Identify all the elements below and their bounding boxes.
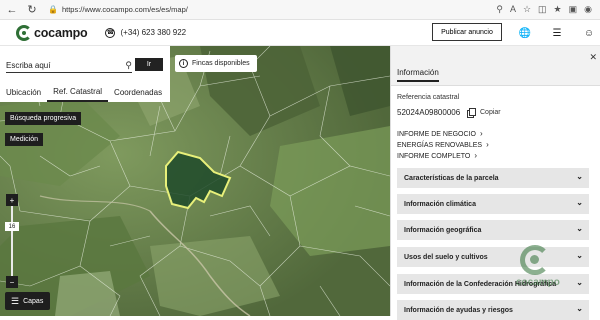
reload-icon[interactable]: ↻: [24, 2, 40, 18]
tab-ref-catastral[interactable]: Ref. Catastral: [47, 82, 109, 102]
read-aloud-icon[interactable]: A: [510, 4, 516, 15]
available-farms-toggle[interactable]: i Fincas disponibles: [175, 55, 257, 72]
globe-icon[interactable]: 🌐: [518, 26, 532, 40]
info-tab-bar: ✕ Información: [391, 46, 600, 86]
chevron-down-icon: ⌄: [576, 278, 583, 287]
lock-icon: 🔒: [48, 5, 58, 14]
phone-contact[interactable]: ☎ (+34) 623 380 922: [105, 27, 187, 38]
accordion-label: Características de la parcela: [404, 174, 499, 182]
accordion-label: Información climática: [404, 200, 476, 208]
back-icon[interactable]: ←: [4, 2, 20, 18]
favorites-list-icon[interactable]: ★: [554, 4, 562, 15]
copy-icon: [469, 108, 476, 116]
accordion-aid-and-risks[interactable]: Información de ayudas y riesgos ⌄: [397, 300, 589, 320]
accordion-land-use[interactable]: Usos del suelo y cultivos ⌄: [397, 247, 589, 267]
chevron-right-icon: ›: [474, 151, 478, 160]
search-icon[interactable]: ⚲: [125, 60, 132, 71]
available-farms-label: Fincas disponibles: [192, 60, 250, 67]
business-report-link[interactable]: INFORME DE NEGOCIO ›: [397, 129, 483, 138]
renewable-energy-label: ENERGÍAS RENOVABLES: [397, 142, 483, 149]
whatsapp-icon: ☎: [105, 27, 116, 38]
chevron-right-icon: ›: [486, 140, 489, 149]
accordion-label: Información de la Confederación Hidrográ…: [404, 280, 557, 288]
address-bar[interactable]: 🔒 https://www.cocampo.com/es/es/map/: [48, 3, 428, 17]
browser-tools: ⚲ A ☆ ◫ ★ ▣ ◉: [496, 4, 592, 15]
full-report-label: INFORME COMPLETO: [397, 153, 471, 160]
tab-ubicacion[interactable]: Ubicación: [0, 82, 47, 102]
zoom-out-button[interactable]: −: [6, 276, 18, 288]
full-report-link[interactable]: INFORME COMPLETO ›: [397, 151, 477, 160]
logo-icon: [16, 24, 32, 41]
accordion-climate-info[interactable]: Información climática ⌄: [397, 194, 589, 214]
tab-informacion[interactable]: Información: [397, 68, 439, 82]
search-box[interactable]: ⚲: [6, 58, 132, 73]
extensions-icon[interactable]: ◉: [584, 4, 592, 15]
chevron-right-icon: ›: [479, 129, 483, 138]
layers-button[interactable]: ☰ Capas: [5, 292, 50, 310]
browser-toolbar: ← ↻ 🔒 https://www.cocampo.com/es/es/map/…: [0, 0, 600, 20]
layers-icon: ☰: [11, 295, 20, 306]
search-tabs: Ubicación Ref. Catastral Coordenadas: [0, 82, 170, 102]
zoom-slider-track[interactable]: [11, 206, 13, 276]
progressive-search-button[interactable]: Búsqueda progresiva: [5, 112, 82, 125]
close-icon[interactable]: ✕: [589, 52, 597, 63]
chevron-down-icon: ⌄: [576, 224, 583, 233]
accordion-geographic-info[interactable]: Información geográfica ⌄: [397, 220, 589, 240]
cadastral-ref-value: 52024A09800006: [397, 108, 461, 117]
phone-number: (+34) 623 380 922: [120, 28, 187, 37]
search-panel: ⚲ Ir Ubicación Ref. Catastral Coordenada…: [0, 46, 170, 102]
accordion-label: Información geográfica: [404, 226, 482, 234]
renewable-energy-link[interactable]: ENERGÍAS RENOVABLES ›: [397, 140, 489, 149]
chevron-down-icon: ⌄: [576, 304, 583, 313]
accordion-hydrographic-info[interactable]: Información de la Confederación Hidrográ…: [397, 274, 589, 294]
chevron-down-icon: ⌄: [576, 172, 583, 181]
info-icon: i: [179, 59, 188, 68]
tab-coordenadas[interactable]: Coordenadas: [108, 82, 168, 102]
go-button[interactable]: Ir: [135, 58, 163, 71]
copy-label: Copiar: [480, 108, 501, 116]
chevron-down-icon: ⌄: [576, 251, 583, 260]
logo[interactable]: cocampo: [16, 24, 88, 41]
accordion-parcel-characteristics[interactable]: Características de la parcela ⌄: [397, 168, 589, 188]
chevron-down-icon: ⌄: [576, 198, 583, 207]
menu-icon[interactable]: ☰: [550, 26, 564, 40]
cadastral-ref-label: Referencia catastral: [397, 94, 460, 101]
measure-button[interactable]: Medición: [5, 133, 44, 146]
split-screen-icon[interactable]: ◫: [538, 4, 547, 15]
business-report-label: INFORME DE NEGOCIO: [397, 131, 476, 138]
accordion-label: Usos del suelo y cultivos: [404, 253, 488, 261]
user-icon[interactable]: ☺: [582, 26, 596, 40]
collections-icon[interactable]: ▣: [569, 4, 578, 15]
site-header: cocampo ☎ (+34) 623 380 922 Publicar anu…: [0, 20, 600, 46]
search-input[interactable]: [6, 60, 114, 70]
url-text: https://www.cocampo.com/es/es/map/: [61, 5, 188, 14]
logo-text: cocampo: [34, 25, 88, 40]
zoom-level-indicator[interactable]: 16: [5, 222, 19, 231]
favorite-icon[interactable]: ☆: [523, 4, 531, 15]
accordion-label: Información de ayudas y riesgos: [404, 306, 513, 314]
copy-button[interactable]: Copiar: [469, 108, 501, 116]
info-panel: ✕ Información Referencia catastral 52024…: [390, 46, 600, 320]
layers-label: Capas: [23, 297, 44, 305]
zoom-icon[interactable]: ⚲: [496, 4, 503, 15]
publish-ad-button[interactable]: Publicar anuncio: [432, 23, 502, 41]
zoom-in-button[interactable]: +: [6, 194, 18, 206]
